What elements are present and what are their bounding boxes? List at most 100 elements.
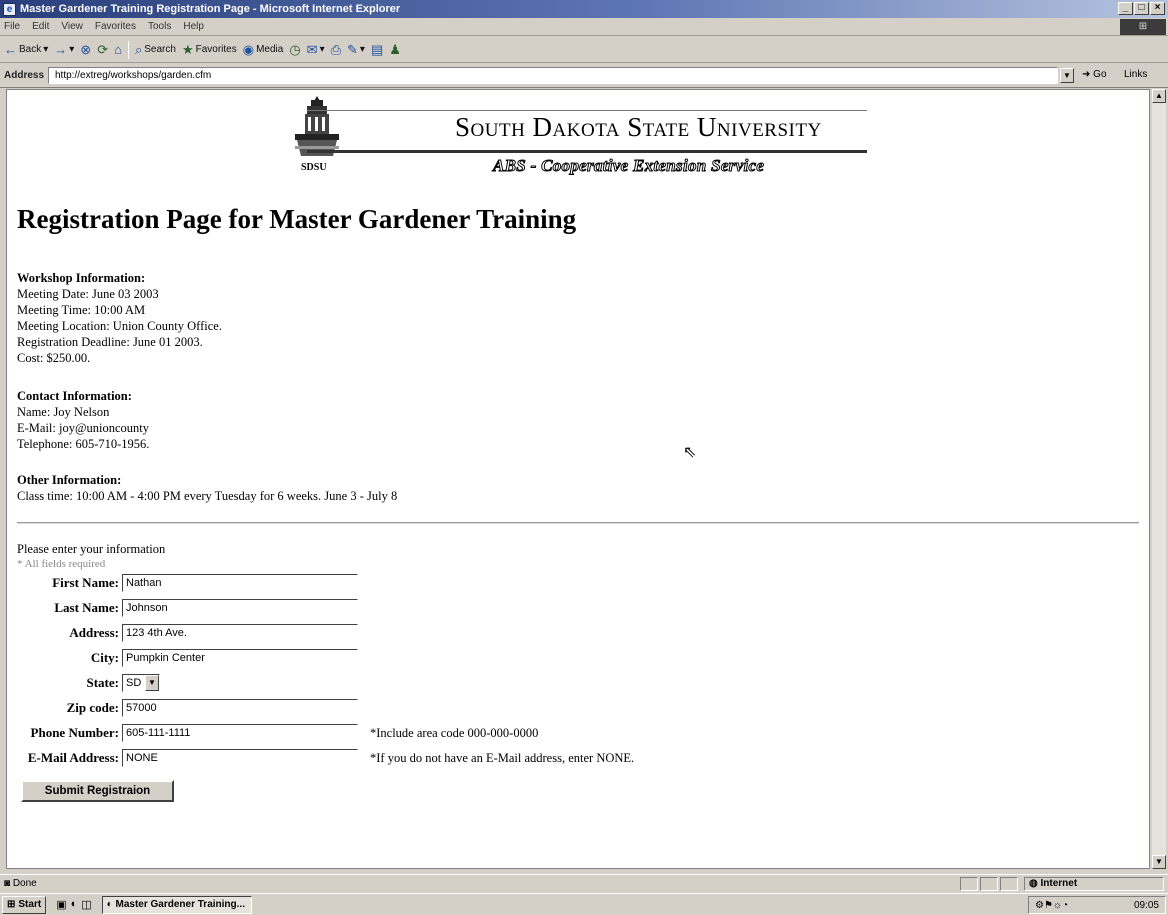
- contact-info: Contact Information: Name: Joy Nelson E-…: [17, 388, 149, 452]
- menu-help[interactable]: Help: [183, 21, 204, 32]
- home-button[interactable]: ⌂: [114, 42, 122, 57]
- close-button[interactable]: ×: [1150, 2, 1165, 15]
- print-button[interactable]: ⎙: [331, 42, 341, 58]
- status-pane: [980, 877, 998, 891]
- zip-row: Zip code: 57000: [7, 697, 358, 719]
- discuss-button[interactable]: ▤: [371, 42, 383, 58]
- taskbar: ⊞ Start ▣ ◐ ◫ ◐ Master Gardener Training…: [0, 893, 1168, 915]
- security-zone: ◍ Internet: [1024, 877, 1164, 891]
- menu-edit[interactable]: Edit: [32, 21, 49, 32]
- phone-input[interactable]: 605-111-1111: [122, 724, 358, 742]
- media-label: Media: [256, 44, 284, 55]
- show-desktop-icon[interactable]: ▣: [56, 898, 66, 911]
- vertical-scrollbar[interactable]: ▲ ▼: [1152, 89, 1166, 869]
- scroll-down-icon[interactable]: ▼: [1152, 855, 1166, 869]
- other-info: Other Information: Class time: 10:00 AM …: [17, 472, 397, 504]
- mail-button[interactable]: ✉ ▾: [307, 42, 325, 58]
- page-done-icon: ◙: [4, 878, 13, 889]
- city-input[interactable]: Pumpkin Center: [122, 649, 358, 667]
- messenger-icon: ♟: [389, 41, 401, 57]
- last-name-row: Last Name: Johnson: [7, 597, 358, 619]
- address-field-label: Address:: [69, 625, 119, 640]
- meeting-location: Meeting Location: Union County Office.: [17, 319, 222, 333]
- first-name-row: First Name: Nathan: [7, 572, 358, 594]
- system-tray: ⚙⚑☼◔ 09:05: [1028, 896, 1166, 914]
- menu-favorites[interactable]: Favorites: [95, 21, 136, 32]
- stop-button[interactable]: ⊗: [80, 42, 91, 58]
- favorites-button[interactable]: ★ Favorites: [182, 42, 237, 58]
- links-button[interactable]: Links: [1124, 69, 1147, 80]
- forward-arrow-icon: →: [54, 42, 68, 57]
- address-field-input[interactable]: 123 4th Ave.: [122, 624, 358, 642]
- messenger-button[interactable]: ♟: [389, 42, 401, 58]
- outlook-quick-icon[interactable]: ◫: [81, 898, 91, 911]
- workshop-info: Workshop Information: Meeting Date: June…: [17, 270, 222, 366]
- address-row: Address: 123 4th Ave.: [7, 622, 358, 644]
- contact-telephone: Telephone: 605-710-1956.: [17, 437, 150, 451]
- zone-label: Internet: [1040, 878, 1078, 889]
- windows-logo-icon: ⊞: [1120, 19, 1166, 35]
- banner-top-rule: [307, 110, 867, 111]
- globe-icon: ◍: [1029, 878, 1041, 889]
- history-icon: ◷: [289, 41, 301, 57]
- page-title: Registration Page for Master Gardener Tr…: [17, 204, 577, 234]
- edit-dropdown-icon: ▾: [359, 44, 365, 55]
- last-name-input[interactable]: Johnson: [122, 599, 358, 617]
- last-name-label: Last Name:: [54, 600, 119, 615]
- first-name-label: First Name:: [52, 575, 119, 590]
- section-divider: [17, 522, 1139, 524]
- home-icon: ⌂: [114, 42, 122, 57]
- taskbar-item-browser[interactable]: ◐ Master Gardener Training...: [101, 895, 252, 914]
- media-button[interactable]: ◉ Media: [243, 42, 284, 58]
- history-button[interactable]: ◷: [289, 42, 300, 58]
- address-input[interactable]: http://extreg/workshops/garden.cfm: [48, 67, 1058, 84]
- tray-icons[interactable]: ⚙⚑☼◔: [1035, 900, 1068, 911]
- go-button[interactable]: ➜ Go: [1082, 69, 1107, 80]
- maximize-button[interactable]: □: [1134, 2, 1149, 15]
- taskbar-item-label: Master Gardener Training...: [115, 898, 245, 910]
- back-dropdown-icon: ▾: [43, 44, 49, 55]
- minimize-button[interactable]: _: [1118, 2, 1133, 15]
- class-time: Class time: 10:00 AM - 4:00 PM every Tue…: [17, 489, 398, 503]
- forward-button[interactable]: → ▾: [54, 42, 74, 57]
- workshop-heading: Workshop Information:: [17, 271, 146, 285]
- ie-quick-icon[interactable]: ◐: [71, 898, 78, 911]
- refresh-button[interactable]: ⟳: [97, 42, 108, 58]
- start-button[interactable]: ⊞ Start: [2, 895, 47, 914]
- search-button[interactable]: ⌕ Search: [135, 42, 176, 58]
- quick-launch: ▣ ◐ ◫: [56, 898, 91, 911]
- submit-registration-button[interactable]: Submit Registraion: [21, 780, 174, 802]
- address-dropdown-button[interactable]: ▼: [1060, 68, 1074, 83]
- mouse-pointer-icon: ⇖: [683, 444, 697, 461]
- status-text: Done: [12, 878, 37, 889]
- status-pane: [1000, 877, 1018, 891]
- phone-row: Phone Number: 605-111-1111 *Include area…: [7, 722, 538, 744]
- edit-button[interactable]: ✎ ▾: [347, 42, 365, 58]
- favorites-label: Favorites: [195, 44, 237, 55]
- search-icon: ⌕: [134, 41, 143, 57]
- menu-view[interactable]: View: [61, 21, 83, 32]
- first-name-input[interactable]: Nathan: [122, 574, 358, 592]
- mail-icon: ✉: [306, 41, 318, 57]
- cost: Cost: $250.00.: [17, 351, 91, 365]
- state-select[interactable]: SD ▼: [122, 674, 160, 692]
- window-title-bar[interactable]: e Master Gardener Training Registration …: [0, 0, 1168, 18]
- status-panes: [960, 877, 1018, 891]
- email-input[interactable]: NONE: [122, 749, 358, 767]
- other-heading: Other Information:: [17, 473, 122, 487]
- extension-service-name: ABS - Cooperative Extension Service: [492, 156, 765, 176]
- chevron-down-icon[interactable]: ▼: [145, 675, 159, 691]
- windows-flag-icon: ⊞: [7, 898, 16, 910]
- address-label: Address: [4, 70, 45, 81]
- toolbar-separator: [127, 40, 129, 59]
- menu-bar: File Edit View Favorites Tools Help ⊞: [0, 18, 1168, 36]
- forward-dropdown-icon: ▾: [69, 44, 75, 55]
- zip-input[interactable]: 57000: [122, 699, 358, 717]
- start-label: Start: [18, 898, 42, 910]
- scroll-up-icon[interactable]: ▲: [1152, 89, 1166, 103]
- mail-dropdown-icon: ▾: [319, 44, 325, 55]
- required-note: * All fields required: [17, 558, 106, 570]
- menu-file[interactable]: File: [4, 21, 20, 32]
- back-button[interactable]: ← Back ▾: [4, 42, 48, 57]
- menu-tools[interactable]: Tools: [148, 21, 171, 32]
